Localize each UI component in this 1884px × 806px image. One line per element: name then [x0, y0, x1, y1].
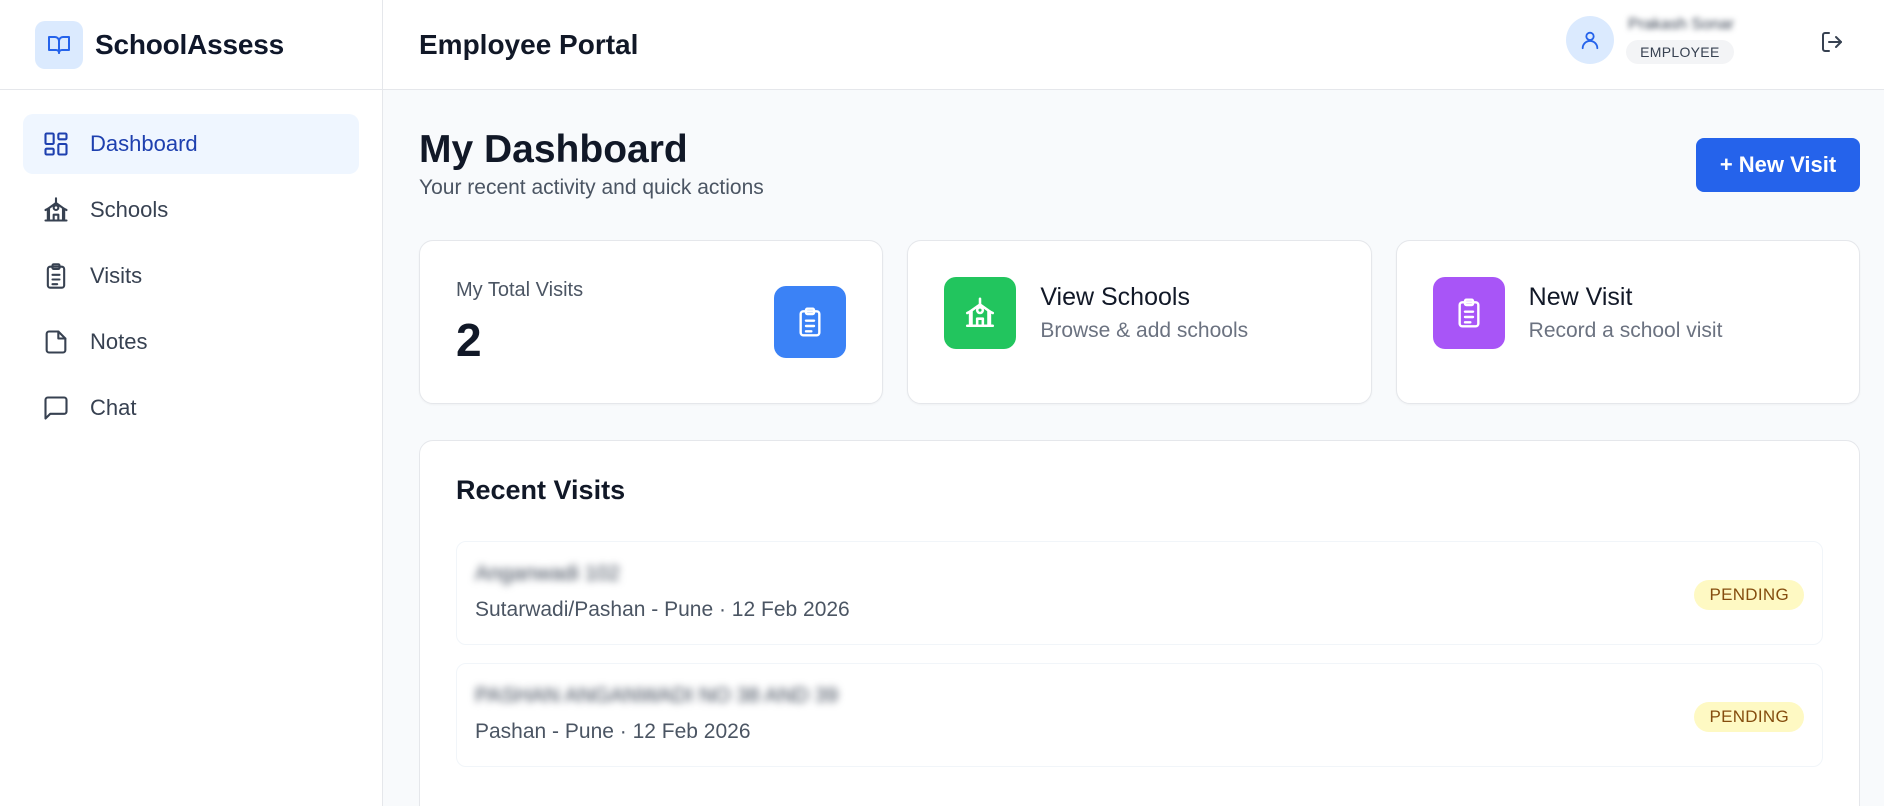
- sidebar-item-dashboard[interactable]: Dashboard: [23, 114, 359, 174]
- page-title: My Dashboard: [419, 128, 688, 171]
- book-icon: [35, 20, 83, 69]
- card-title: View Schools: [1040, 283, 1190, 311]
- sidebar-item-schools[interactable]: Schools: [23, 180, 359, 240]
- main-content: My Dashboard Your recent activity and qu…: [383, 90, 1884, 806]
- top-header: Employee Portal Prakash Sonar EMPLOYEE: [383, 0, 1884, 90]
- school-icon: [944, 277, 1017, 349]
- user-name: Prakash Sonar: [1628, 16, 1734, 33]
- sidebar-item-label: Schools: [90, 197, 169, 222]
- clipboard-icon: [1432, 277, 1505, 349]
- recent-visits-panel: Recent Visits Anganwadi 102 Sutarwadi/Pa…: [419, 440, 1860, 806]
- clipboard-icon: [41, 261, 71, 291]
- status-badge: PENDING: [1694, 580, 1804, 610]
- sidebar-nav: Dashboard Schools Visits Notes Chat: [0, 90, 382, 468]
- sidebar-item-label: Notes: [90, 329, 148, 354]
- new-visit-card[interactable]: New Visit Record a school visit: [1395, 240, 1860, 404]
- file-icon: [41, 327, 71, 357]
- list-item[interactable]: Anganwadi 102 Sutarwadi/Pashan - Pune · …: [456, 541, 1823, 645]
- visit-school-name: PASHAN ANGANWADI NO 38 AND 39: [475, 684, 838, 707]
- summary-cards: My Total Visits 2 View Schools Browse & …: [419, 240, 1860, 404]
- stat-value: 2: [456, 314, 482, 366]
- logout-button[interactable]: [1816, 28, 1848, 60]
- view-schools-card[interactable]: View Schools Browse & add schools: [907, 240, 1372, 404]
- card-title: New Visit: [1528, 283, 1633, 311]
- page-subtitle: Your recent activity and quick actions: [419, 176, 764, 199]
- visit-meta: Pashan - Pune · 12 Feb 2026: [475, 720, 751, 743]
- total-visits-card: My Total Visits 2: [419, 240, 884, 404]
- clipboard-icon: [774, 286, 847, 358]
- dashboard-icon: [41, 129, 71, 159]
- new-visit-button[interactable]: + New Visit: [1696, 138, 1860, 192]
- portal-title: Employee Portal: [419, 28, 639, 60]
- card-subtitle: Browse & add schools: [1040, 319, 1249, 342]
- status-badge: PENDING: [1694, 702, 1804, 732]
- visit-school-name: Anganwadi 102: [475, 562, 620, 585]
- sidebar: SchoolAssess Dashboard Schools Visits No…: [0, 0, 383, 806]
- sidebar-item-chat[interactable]: Chat: [23, 378, 359, 438]
- sidebar-item-label: Dashboard: [90, 131, 198, 156]
- sidebar-item-label: Visits: [90, 263, 143, 288]
- stat-label: My Total Visits: [456, 279, 584, 301]
- user-menu[interactable]: Prakash Sonar EMPLOYEE: [1566, 16, 1734, 64]
- user-info: Prakash Sonar EMPLOYEE: [1626, 16, 1734, 64]
- sidebar-item-notes[interactable]: Notes: [23, 312, 359, 372]
- brand: SchoolAssess: [0, 0, 382, 90]
- sidebar-item-visits[interactable]: Visits: [23, 246, 359, 306]
- school-icon: [41, 195, 71, 225]
- chat-icon: [41, 393, 71, 423]
- user-avatar-icon: [1566, 16, 1615, 64]
- visit-meta: Sutarwadi/Pashan - Pune · 12 Feb 2026: [475, 598, 850, 621]
- role-badge: EMPLOYEE: [1626, 40, 1734, 64]
- card-subtitle: Record a school visit: [1528, 319, 1723, 342]
- list-item[interactable]: PASHAN ANGANWADI NO 38 AND 39 Pashan - P…: [456, 663, 1823, 767]
- sidebar-item-label: Chat: [90, 395, 137, 420]
- brand-name: SchoolAssess: [95, 28, 285, 60]
- logout-icon: [1820, 30, 1844, 59]
- section-title: Recent Visits: [456, 475, 626, 505]
